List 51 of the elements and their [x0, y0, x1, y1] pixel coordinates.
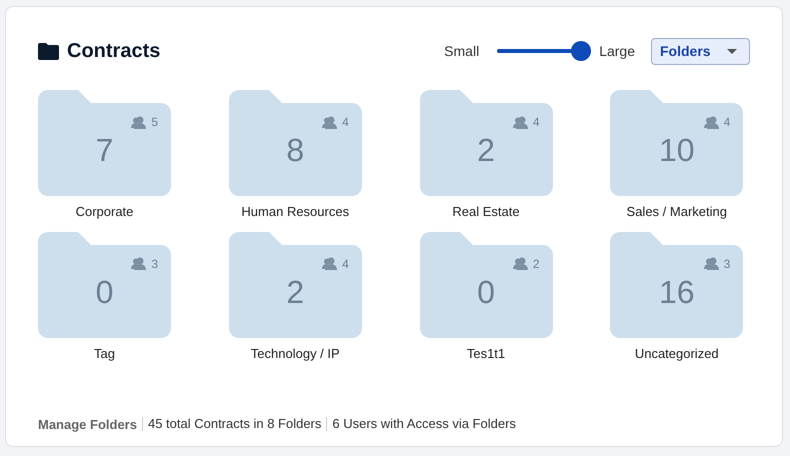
- summary-text: 45 total Contracts in 8 Folders: [142, 417, 322, 432]
- folder-tile[interactable]: 4 10: [610, 90, 744, 196]
- view-dropdown[interactable]: Folders: [651, 38, 750, 64]
- user-count: 4: [342, 256, 349, 272]
- user-count: 4: [724, 114, 730, 131]
- folder-name: Uncategorized: [634, 344, 719, 363]
- users-icon: [131, 257, 148, 270]
- folder-name: Sales / Marketing: [626, 203, 727, 221]
- folder-name: Tes1t1: [466, 344, 506, 362]
- folder-icon: [38, 42, 59, 60]
- folder-tile[interactable]: 2 0: [420, 232, 552, 338]
- slider-min-label: Small: [444, 42, 480, 60]
- size-slider[interactable]: [497, 41, 592, 61]
- users-icon: [322, 257, 340, 270]
- user-count: 2: [532, 256, 540, 272]
- contract-count: 16: [658, 272, 696, 312]
- user-count: 4: [342, 114, 349, 131]
- users-icon: [704, 116, 721, 128]
- contract-count: 2: [476, 131, 496, 170]
- manage-folders-link[interactable]: Manage Folders: [38, 414, 137, 434]
- folder-name: Corporate: [76, 203, 134, 221]
- users-icon: [512, 257, 530, 270]
- contract-count: 2: [285, 272, 306, 312]
- page-title: Contracts: [67, 39, 160, 64]
- folder-name: Tag: [94, 344, 115, 363]
- summary-text: 6 Users with Access via Folders: [326, 417, 516, 432]
- slider-thumb[interactable]: [571, 41, 592, 61]
- users-icon: [131, 116, 148, 128]
- user-count: 4: [532, 114, 540, 131]
- folder-name: Technology / IP: [250, 344, 340, 363]
- folder-tile[interactable]: 3 0: [38, 232, 171, 338]
- users-icon: [512, 116, 530, 128]
- users-icon: [322, 116, 340, 128]
- slider-max-label: Large: [599, 42, 635, 61]
- folder-tile[interactable]: 4 8: [228, 90, 362, 196]
- folder-tile[interactable]: 3 16: [610, 232, 744, 338]
- contract-count: 8: [285, 131, 306, 170]
- folder-name: Human Resources: [241, 203, 350, 221]
- contract-count: 10: [658, 131, 696, 170]
- folder-tile[interactable]: 5 7: [38, 90, 171, 196]
- contract-count: 0: [476, 272, 496, 312]
- user-count: 5: [151, 114, 158, 131]
- contract-count: 7: [94, 131, 114, 170]
- caret-icon: [727, 48, 737, 54]
- folder-name: Real Estate: [452, 203, 520, 221]
- user-count: 3: [151, 256, 158, 272]
- contract-count: 0: [94, 272, 114, 312]
- users-icon: [704, 257, 721, 270]
- user-count: 3: [724, 256, 730, 272]
- folder-tile[interactable]: 4 2: [420, 90, 552, 196]
- folder-tile[interactable]: 4 2: [228, 232, 362, 338]
